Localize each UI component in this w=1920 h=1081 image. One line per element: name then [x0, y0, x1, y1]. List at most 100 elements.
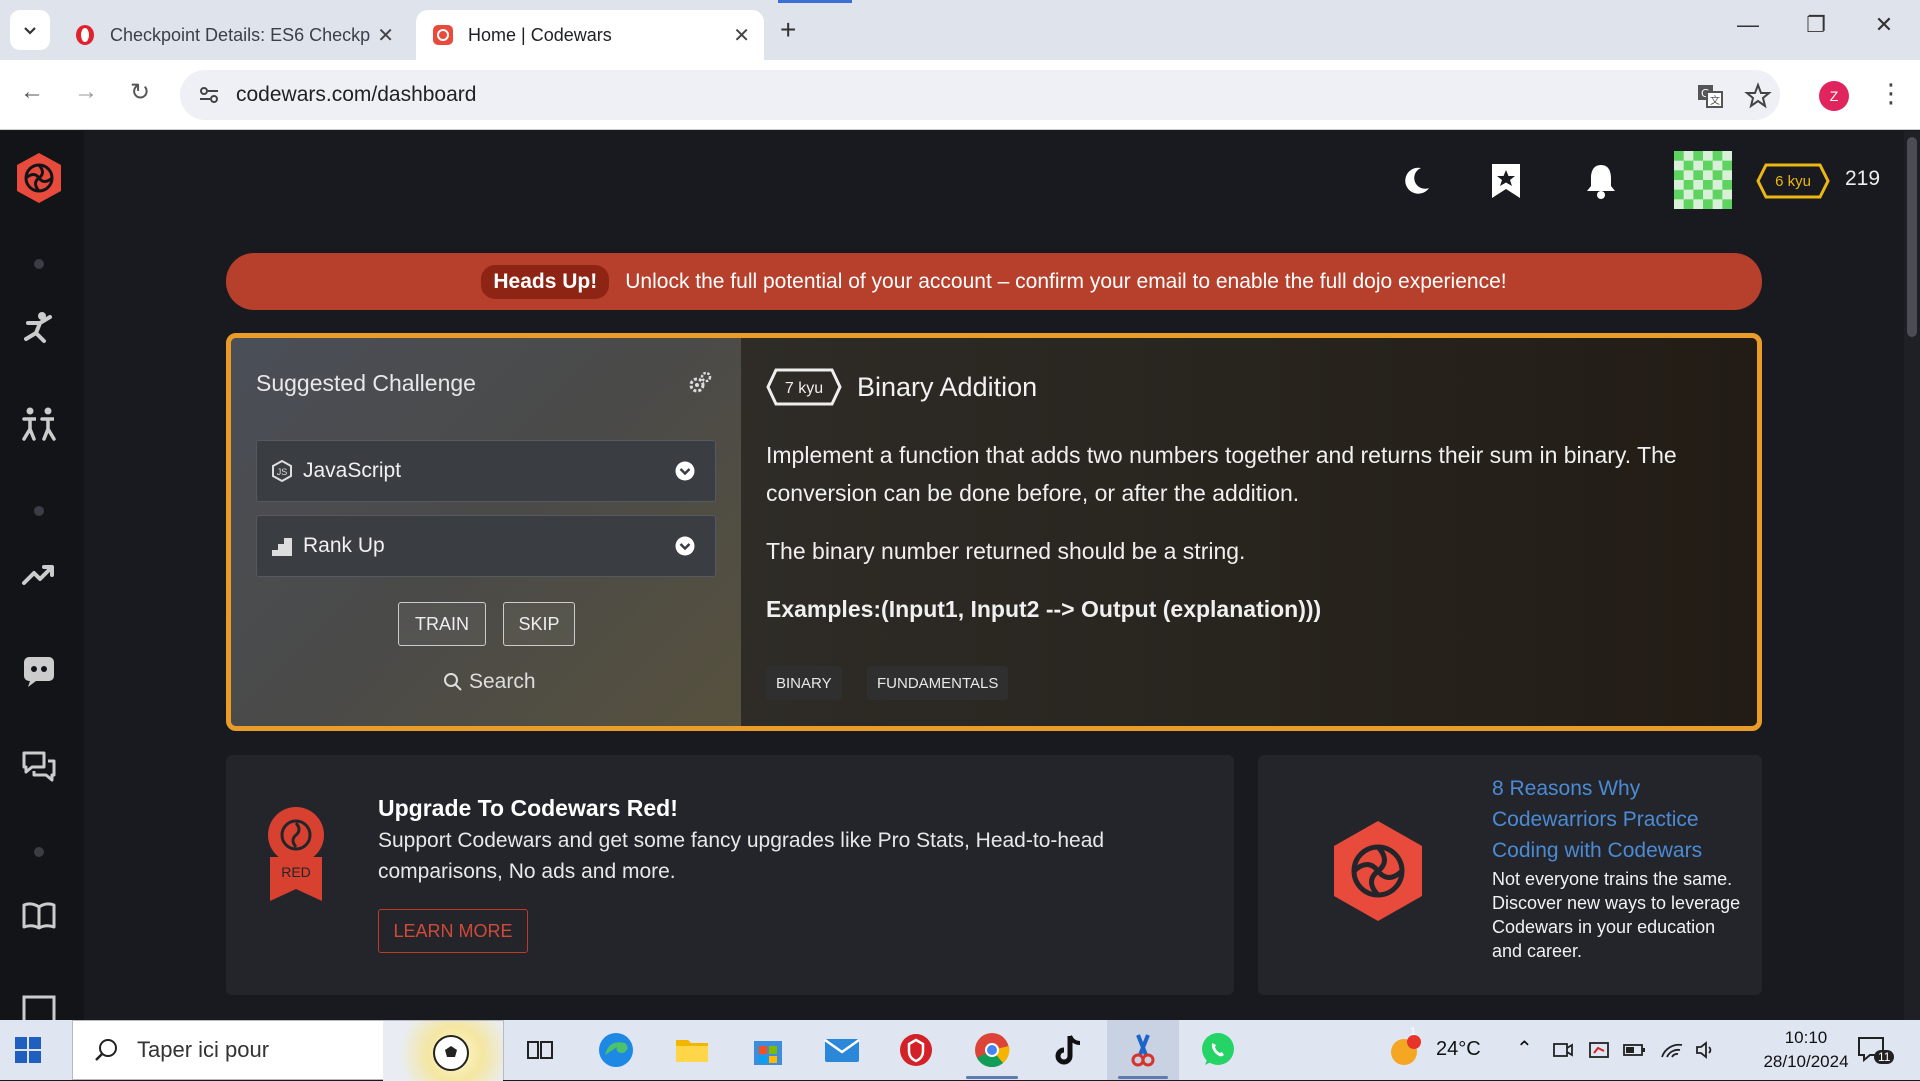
language-select[interactable]: JS JavaScript: [256, 440, 716, 502]
weather-temp[interactable]: 24°C: [1436, 1038, 1481, 1061]
strategy-select[interactable]: Rank Up: [256, 515, 716, 577]
volume-icon[interactable]: [1694, 1039, 1718, 1061]
address-bar[interactable]: codewars.com/dashboard G文: [180, 70, 1780, 120]
bookmark-star-icon[interactable]: [1744, 82, 1772, 110]
page-scrollbar[interactable]: [1904, 131, 1920, 1020]
upgrade-card: RED Upgrade To Codewars Red! Support Cod…: [226, 755, 1234, 995]
user-avatar[interactable]: [1674, 151, 1732, 209]
svg-text:文: 文: [1710, 94, 1720, 107]
taskbar-app-snipping-tool[interactable]: [1107, 1020, 1179, 1080]
upgrade-body: Support Codewars and get some fancy upgr…: [378, 829, 1105, 883]
examples-heading: Examples:(Input1, Input2 --> Output (exp…: [766, 596, 1322, 622]
mail-icon: [824, 1038, 860, 1062]
taskbar-app-edge[interactable]: [596, 1030, 636, 1070]
tab-title: Checkpoint Details: ES6 Checkp: [110, 24, 370, 45]
taskbar-clock[interactable]: 10:10 28/10/2024: [1756, 1026, 1856, 1074]
train-button[interactable]: TRAIN: [398, 602, 486, 646]
gears-icon[interactable]: [687, 370, 713, 396]
sidebar-item-docs[interactable]: [20, 897, 58, 935]
taskbar-app-whatsapp[interactable]: [1198, 1030, 1238, 1070]
taskbar-app-tiktok[interactable]: [1048, 1030, 1088, 1070]
chevron-down-circle-icon: [675, 461, 695, 481]
sidebar-item-leaderboards[interactable]: [20, 555, 58, 593]
kata-preview: 7 kyu Binary Addition Implement a functi…: [741, 338, 1757, 726]
codewars-logo-icon[interactable]: [12, 151, 66, 205]
notifications-button[interactable]: [1581, 161, 1621, 201]
suggested-challenge-title: Suggested Challenge: [256, 370, 476, 396]
taskbar-app-store[interactable]: [748, 1030, 788, 1070]
tag-binary[interactable]: BINARY: [766, 666, 842, 700]
sidebar-divider: [34, 506, 44, 516]
clock-date: 28/10/2024: [1763, 1052, 1849, 1071]
taskbar-app-chrome[interactable]: [972, 1030, 1012, 1070]
dark-mode-toggle[interactable]: [1396, 161, 1436, 201]
sidebar: [0, 131, 84, 1020]
sidebar-item-compete[interactable]: [20, 405, 58, 443]
skip-button[interactable]: SKIP: [503, 602, 575, 646]
chevron-down-icon: [24, 27, 36, 35]
sidebar-divider: [34, 259, 44, 269]
chevron-up-icon[interactable]: ⌃: [1516, 1036, 1533, 1061]
learn-more-button[interactable]: LEARN MORE: [378, 909, 528, 953]
close-tab-icon[interactable]: ✕: [377, 23, 394, 48]
minimize-button[interactable]: —: [1728, 12, 1768, 38]
kata-title-link[interactable]: Binary Addition: [857, 372, 1037, 403]
tab-checkpoint[interactable]: Checkpoint Details: ES6 Checkp ✕: [58, 10, 408, 60]
taskbar-app-file-explorer[interactable]: [672, 1030, 712, 1070]
task-view-button[interactable]: [520, 1030, 560, 1070]
book-icon: [22, 902, 56, 930]
close-window-button[interactable]: ✕: [1864, 12, 1904, 38]
battery-icon[interactable]: [1622, 1039, 1646, 1061]
tab-search-button[interactable]: [10, 10, 50, 50]
browser-menu-icon[interactable]: ⋮: [1878, 78, 1904, 109]
strategy-value: Rank Up: [303, 534, 385, 557]
heads-up-message: Unlock the full potential of your accoun…: [625, 269, 1507, 293]
active-app-indicator: [966, 1076, 1018, 1079]
weather-sun-icon[interactable]: [1388, 1032, 1424, 1068]
whatsapp-icon: [1202, 1033, 1234, 1065]
bookmarks-button[interactable]: [1486, 161, 1526, 201]
heads-up-banner[interactable]: Heads Up! Unlock the full potential of y…: [226, 253, 1762, 310]
meet-now-icon[interactable]: [1552, 1039, 1574, 1061]
translate-icon[interactable]: G文: [1696, 82, 1724, 110]
shield-icon: [900, 1034, 932, 1066]
sidebar-item-discussions[interactable]: [20, 747, 58, 785]
site-info-icon[interactable]: [196, 82, 222, 108]
codewars-logo-icon: [1334, 821, 1422, 921]
taskbar-search-placeholder: Taper ici pour: [137, 1037, 270, 1062]
reload-button[interactable]: ↻: [122, 78, 158, 107]
taskbar-app-antivirus[interactable]: [896, 1030, 936, 1070]
tab-codewars[interactable]: Home | Codewars ✕: [416, 10, 764, 60]
svg-text:JS: JS: [277, 467, 288, 477]
new-tab-button[interactable]: +: [780, 14, 796, 46]
device-status-icon[interactable]: [1588, 1039, 1610, 1061]
taskbar-app-mail[interactable]: [822, 1030, 862, 1070]
search-label: Search: [469, 670, 536, 693]
taskbar-search-box[interactable]: Taper ici pour: [72, 1020, 504, 1081]
red-badge-text: RED: [281, 864, 311, 880]
restore-button[interactable]: ❐: [1796, 12, 1836, 38]
suggested-challenge-card: Suggested Challenge JS JavaScript Rank U…: [226, 333, 1762, 731]
kata-rank-text: 7 kyu: [785, 380, 823, 397]
profile-avatar[interactable]: Z: [1819, 81, 1849, 111]
forward-button[interactable]: →: [68, 78, 104, 106]
search-link[interactable]: Search: [443, 670, 536, 694]
page-scrollbar-thumb[interactable]: [1907, 137, 1917, 337]
sidebar-item-discord[interactable]: [20, 651, 58, 689]
kata-description: Implement a function that adds two numbe…: [766, 436, 1716, 648]
tab-title: Home | Codewars: [468, 24, 612, 45]
sidebar-item-news[interactable]: [20, 993, 58, 1020]
sidebar-item-practice[interactable]: [20, 309, 58, 347]
rank-badge-text: 6 kyu: [1775, 173, 1811, 190]
rank-badge[interactable]: 6 kyu: [1756, 163, 1830, 199]
back-button[interactable]: ←: [14, 78, 50, 106]
trending-up-icon: [22, 565, 54, 585]
soccer-ball-icon: [433, 1035, 469, 1071]
windows-start-icon[interactable]: [14, 1036, 42, 1064]
wifi-icon[interactable]: [1660, 1039, 1684, 1061]
clock-time: 10:10: [1784, 1028, 1828, 1047]
folder-icon: [676, 1040, 708, 1062]
tag-fundamentals[interactable]: FUNDAMENTALS: [867, 666, 1009, 700]
close-tab-icon[interactable]: ✕: [733, 23, 750, 48]
article-link[interactable]: 8 Reasons Why Codewarriors Practice Codi…: [1492, 773, 1722, 866]
